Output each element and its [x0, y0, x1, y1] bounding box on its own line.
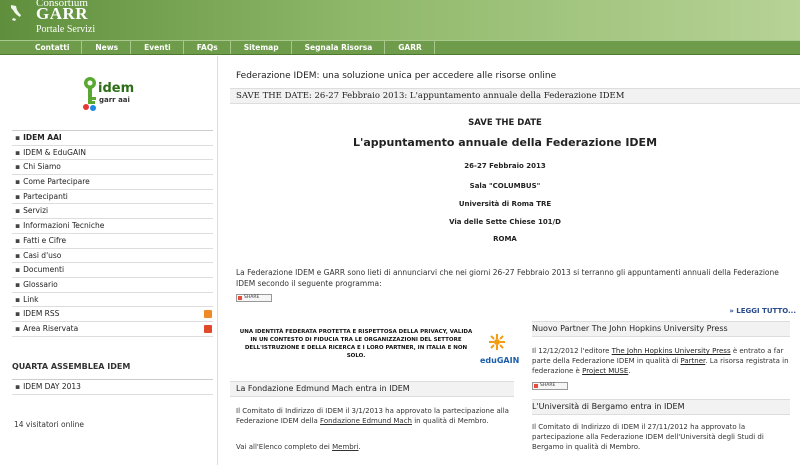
nav-segnala-risorsa[interactable]: Segnala Risorsa: [292, 41, 386, 54]
news-body-edmund-mach: Il Comitato di Indirizzo di IDEM il 3/1/…: [236, 407, 509, 425]
nav-news[interactable]: News: [82, 41, 132, 54]
nav-sitemap[interactable]: Sitemap: [231, 41, 292, 54]
link-project-muse[interactable]: Project MUSE: [582, 367, 628, 375]
event-city: ROMA: [493, 235, 517, 243]
sidebar-item-informazioni-tecniche[interactable]: ▪ Informazioni Tecniche: [12, 219, 213, 234]
idem-logo-text: idem: [98, 81, 135, 96]
news-body-johns-hopkins: Il 12/12/2012 l'editore The John Hopkins…: [532, 347, 789, 375]
members-list-text: Vai all'Elenco completo dei Membri.: [236, 443, 361, 451]
page-title: Federazione IDEM: una soluzione unica pe…: [236, 71, 557, 81]
sidebar-item-glossario[interactable]: ▪ Glossario: [12, 278, 213, 293]
sidebar-menu: ▪ IDEM AAI ▪ IDEM & EduGAIN ▪ Chi Siamo ▪ Co…: [12, 130, 213, 337]
rss-icon[interactable]: [204, 310, 212, 319]
news-body-bergamo: Il Comitato di Indirizzo di IDEM il 27/1…: [532, 423, 764, 451]
banner-text: UNA IDENTITÀ FEDERATA PROTETTA E RISPETT…: [239, 329, 473, 359]
nav-garr[interactable]: GARR: [385, 41, 435, 54]
nav-faqs[interactable]: FAQs: [184, 41, 231, 54]
event-university: Università di Roma TRE: [458, 200, 552, 208]
logo-portale: Portale Servizi: [36, 24, 96, 35]
sidebar-item-fatti-cifre[interactable]: ▪ Fatti e Cifre: [12, 234, 213, 249]
nav-eventi[interactable]: Eventi: [131, 41, 184, 54]
read-more-link[interactable]: » LEGGI TUTTO...: [729, 307, 796, 315]
sidebar-section-list: ▪ IDEM DAY 2013: [12, 379, 213, 395]
sidebar-item-come-partecipare[interactable]: ▪ Come Partecipare: [12, 175, 213, 190]
sidebar-item-area-riservata[interactable]: ▪ Area Riservata: [12, 322, 213, 337]
save-the-date-heading: SAVE THE DATE: [468, 118, 542, 128]
idem-logo-subtext: garr aai: [99, 96, 130, 104]
news-title-bergamo[interactable]: L'Università di Bergamo entra in IDEM: [532, 399, 790, 415]
sidebar-item-link[interactable]: ▪ Link: [12, 293, 213, 308]
link-fondazione-edmund-mach[interactable]: Fondazione Edmund Mach: [320, 417, 412, 425]
top-nav: Contatti News Eventi FAQs Sitemap Segnal…: [0, 40, 800, 55]
event-room: Sala "COLUMBUS": [469, 182, 541, 190]
sidebar-item-idem-rss[interactable]: ▪ IDEM RSS: [12, 307, 213, 322]
sidebar-item-partecipanti[interactable]: ▪ Partecipanti: [12, 190, 213, 205]
sidebar-item-chi-siamo[interactable]: ▪ Chi Siamo: [12, 160, 213, 176]
sidebar: idem garr aai ▪ IDEM AAI ▪ IDEM & EduGAIN …: [0, 56, 218, 465]
nav-contatti[interactable]: Contatti: [22, 41, 83, 54]
sidebar-item-casi-uso[interactable]: ▪ Casi d'uso: [12, 249, 213, 264]
italy-map-icon: [11, 5, 21, 21]
event-date: 26-27 Febbraio 2013: [464, 162, 546, 170]
link-jhup[interactable]: The John Hopkins University Press: [612, 347, 731, 355]
news-title-edmund-mach[interactable]: La Fondazione Edmund Mach entra in IDEM: [230, 381, 514, 397]
link-membri[interactable]: Membri: [332, 443, 358, 451]
sidebar-item-idem-edugain[interactable]: ▪ IDEM & EduGAIN: [12, 146, 213, 161]
sidebar-item-documenti[interactable]: ▪ Documenti: [12, 263, 213, 278]
news-title-johns-hopkins[interactable]: Nuovo Partner The John Hopkins Universit…: [532, 321, 790, 337]
event-address: Via delle Sette Chiese 101/D: [449, 218, 561, 226]
sidebar-item-idem-day[interactable]: ▪ IDEM DAY 2013: [12, 380, 213, 395]
visitors-count: 14 visitatori online: [14, 420, 84, 429]
share-button[interactable]: SHARE: [236, 294, 272, 302]
sidebar-section-title: QUARTA ASSEMBLEA IDEM: [12, 362, 131, 371]
idem-logo[interactable]: idem garr aai: [82, 73, 142, 113]
article-intro: La Federazione IDEM e GARR sono lieti di…: [236, 268, 779, 288]
edugain-logo-text: eduGAIN: [480, 356, 520, 365]
garr-logo[interactable]: Consortium GARR Portale Servizi: [6, 0, 116, 40]
appointment-heading: L'appuntamento annuale della Federazione…: [352, 136, 658, 149]
sidebar-item-servizi[interactable]: ▪ Servizi: [12, 204, 213, 220]
article-title-bar[interactable]: SAVE THE DATE: 26-27 Febbraio 2013: L'ap…: [230, 88, 800, 104]
main-content: Federazione IDEM: una soluzione unica pe…: [230, 56, 800, 465]
logo-garr: GARR: [36, 4, 89, 23]
share-button[interactable]: SHARE: [532, 382, 568, 390]
edugain-banner[interactable]: UNA IDENTITÀ FEDERATA PROTETTA E RISPETT…: [236, 322, 520, 374]
link-partner[interactable]: Partner: [680, 357, 705, 365]
sidebar-item-idem-aai[interactable]: ▪ IDEM AAI: [12, 131, 213, 146]
lock-icon: [204, 324, 212, 333]
site-header: Consortium GARR Portale Servizi: [0, 0, 800, 40]
